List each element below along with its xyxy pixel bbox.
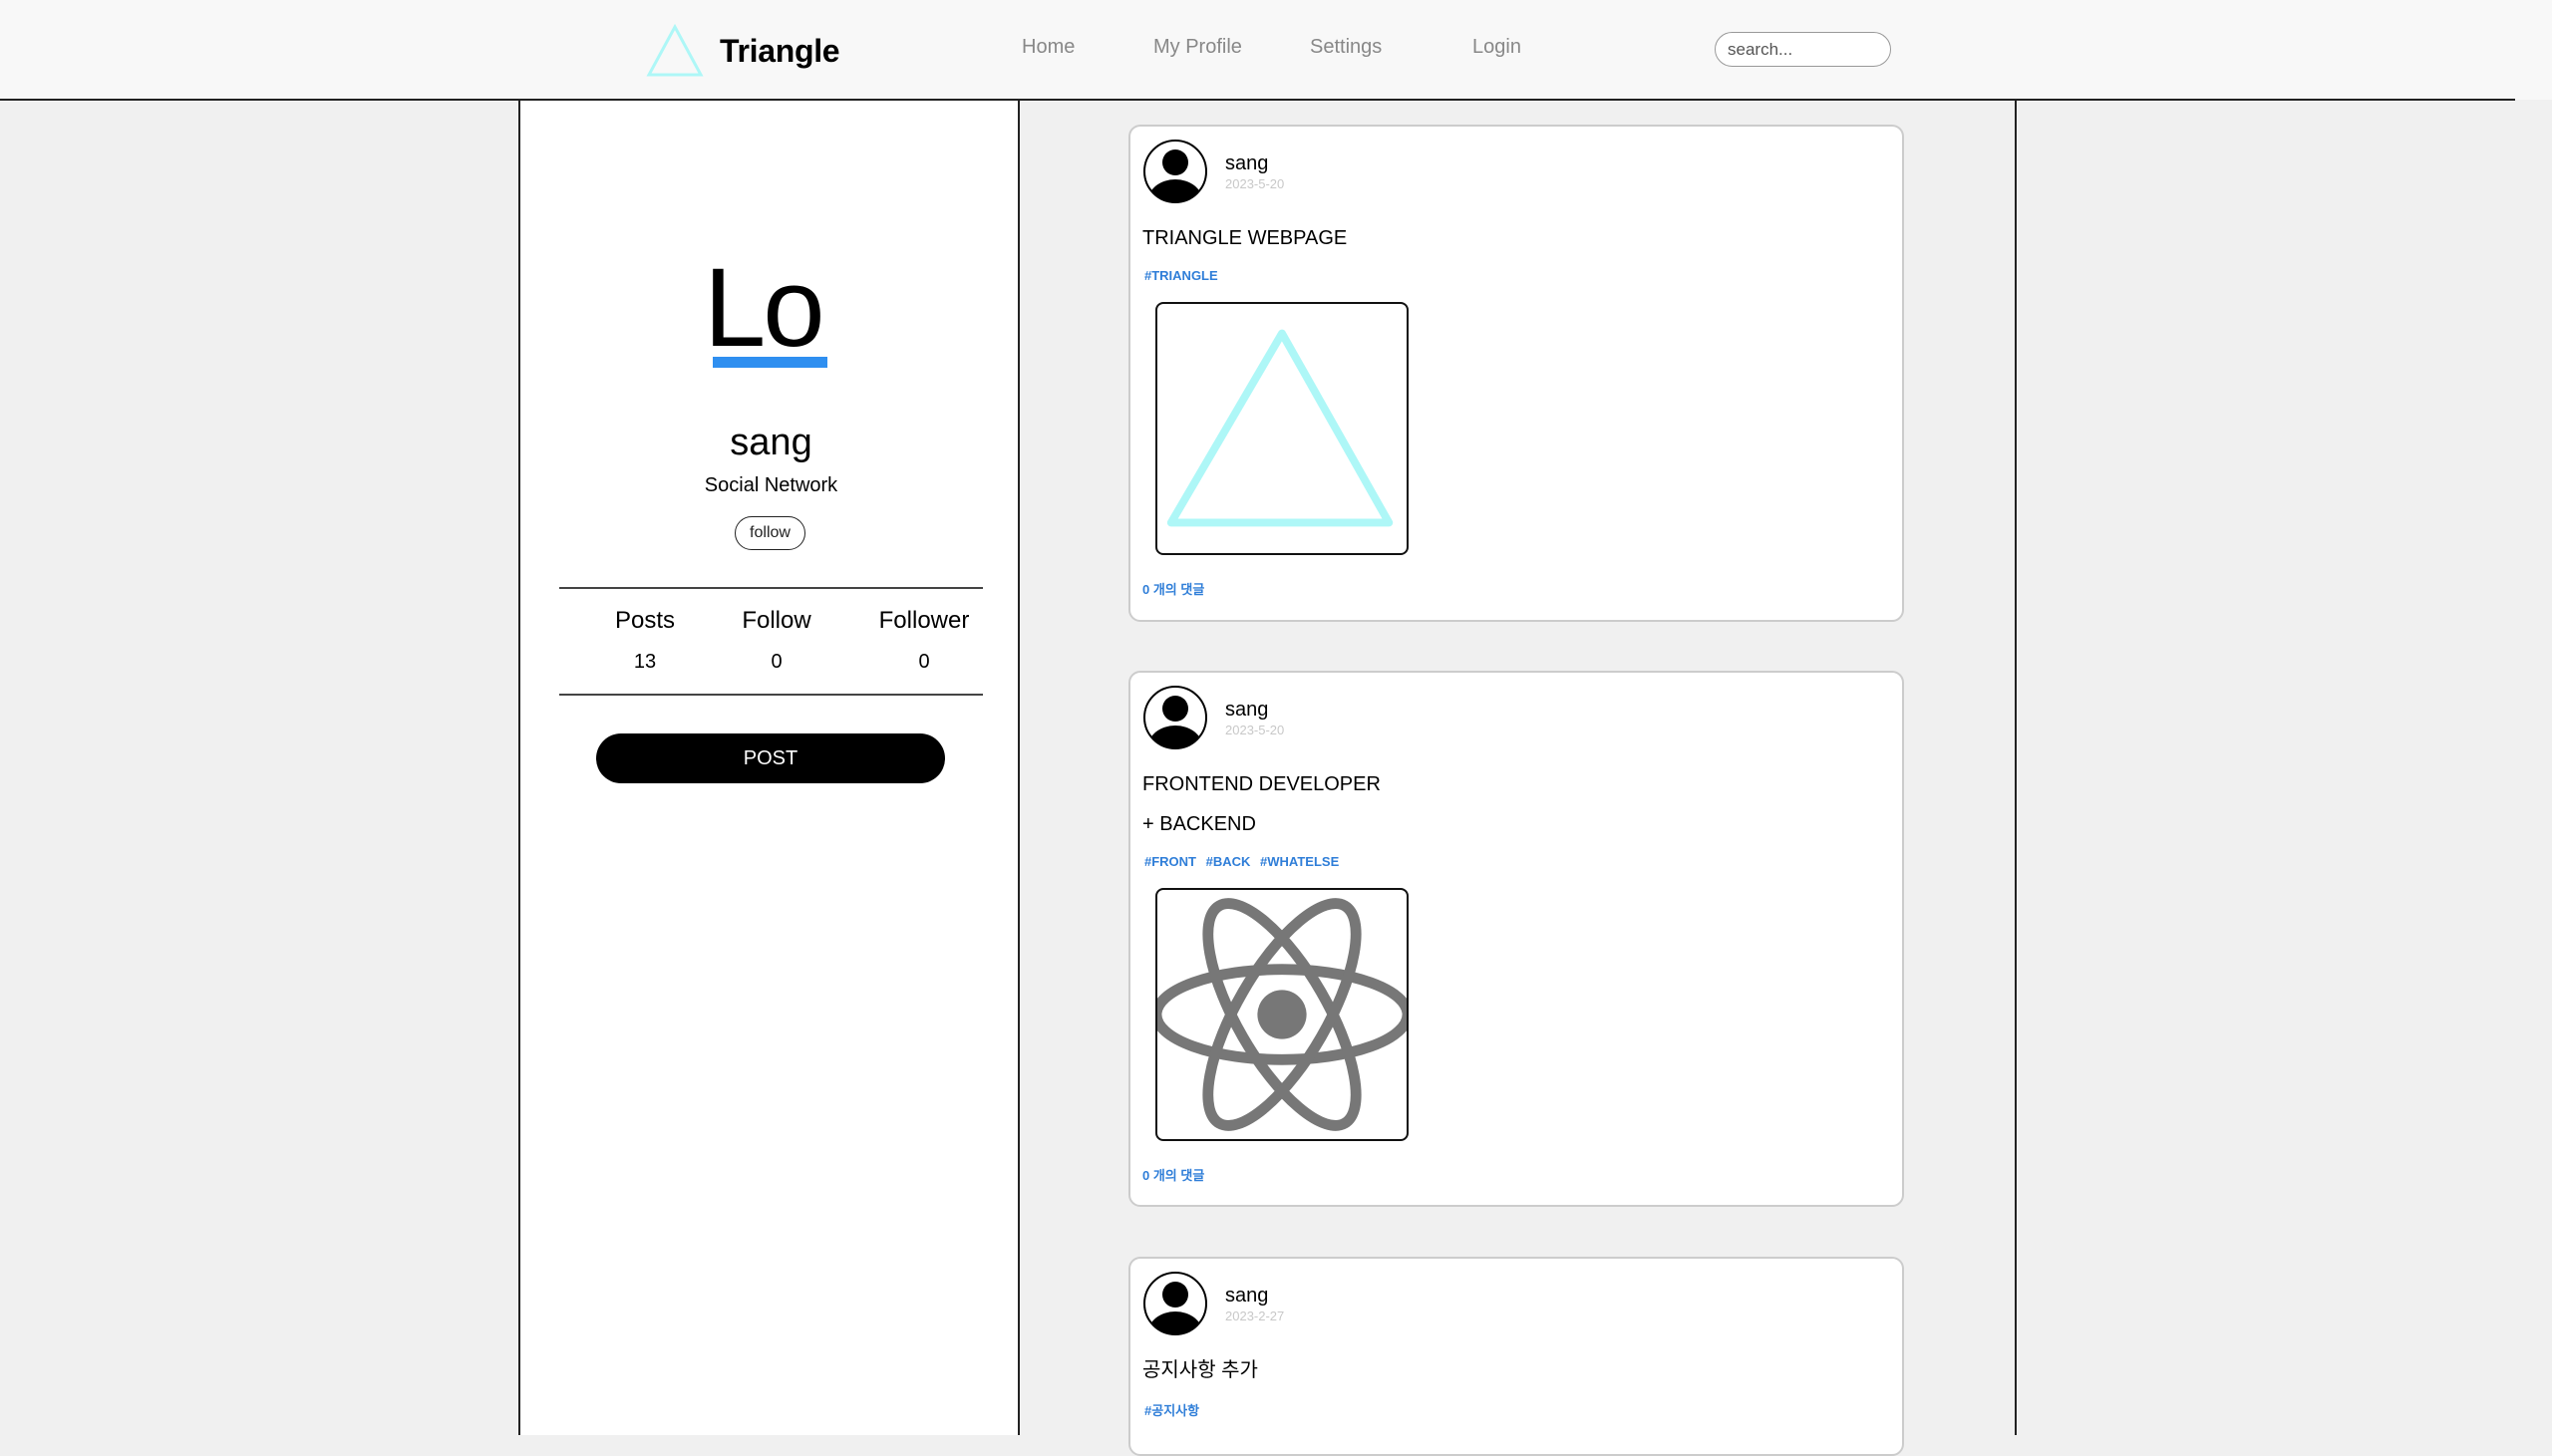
stat-follower-label: Follower <box>878 607 970 634</box>
nav-login[interactable]: Login <box>1472 36 1521 59</box>
post-tag[interactable]: #공지사항 <box>1144 1403 1199 1418</box>
avatar-icon[interactable] <box>1142 1271 1208 1336</box>
comments-link[interactable]: 0 개의 댓글 <box>1142 1165 1204 1184</box>
post-author[interactable]: sang <box>1225 1285 1268 1308</box>
triangle-image-icon <box>1166 329 1394 527</box>
follow-button[interactable]: follow <box>735 516 805 550</box>
avatar-icon[interactable] <box>1142 139 1208 204</box>
post-text-line-2: + BACKEND <box>1142 813 1256 835</box>
profile-logo: Lo <box>704 245 825 370</box>
avatar-icon[interactable] <box>1142 685 1208 750</box>
stat-follow-label: Follow <box>742 607 811 634</box>
search-input[interactable] <box>1715 32 1891 67</box>
profile-tagline: Social Network <box>704 474 838 496</box>
stat-posts-label: Posts <box>614 607 676 634</box>
post-tags: #TRIANGLE <box>1144 268 1224 283</box>
post-tags: #FRONT #BACK #WHATELSE <box>1144 854 1345 869</box>
nav-settings[interactable]: Settings <box>1310 36 1382 59</box>
post-tags: #공지사항 <box>1144 1400 1205 1419</box>
post-author[interactable]: sang <box>1225 152 1268 175</box>
post-tag[interactable]: #BACK <box>1206 854 1251 869</box>
post-card: sang 2023-5-20 FRONTEND DEVELOPER + BACK… <box>1128 671 1904 1207</box>
top-header: Triangle Home My Profile Settings Login <box>0 0 2552 101</box>
post-tag[interactable]: #TRIANGLE <box>1144 268 1218 283</box>
post-author[interactable]: sang <box>1225 699 1268 722</box>
profile-logo-underline <box>713 357 827 368</box>
triangle-logo-icon <box>646 24 704 77</box>
post-date: 2023-5-20 <box>1225 176 1285 191</box>
post-date: 2023-2-27 <box>1225 1309 1285 1323</box>
new-post-button[interactable]: POST <box>596 733 945 783</box>
post-card: sang 2023-2-27 공지사항 추가 #공지사항 <box>1128 1257 1904 1456</box>
profile-name: sang <box>730 422 812 463</box>
brand-name: Triangle <box>720 32 840 69</box>
stat-follower-value: 0 <box>918 651 930 673</box>
post-text-line-1: FRONTEND DEVELOPER <box>1142 773 1381 795</box>
post-tag[interactable]: #WHATELSE <box>1260 854 1339 869</box>
brand[interactable]: Triangle <box>646 24 840 78</box>
react-atom-icon <box>1157 898 1407 1131</box>
stat-follower[interactable]: Follower 0 <box>854 607 994 674</box>
stat-follow[interactable]: Follow 0 <box>707 607 846 674</box>
profile-sidebar: Lo sang Social Network follow Posts 13 F… <box>518 101 1020 1435</box>
post-image[interactable] <box>1155 888 1409 1141</box>
post-date: 2023-5-20 <box>1225 723 1285 737</box>
post-text: 공지사항 추가 <box>1142 1359 1258 1381</box>
post-image[interactable] <box>1155 302 1409 555</box>
post-feed: sang 2023-5-20 TRIANGLE WEBPAGE #TRIANGL… <box>1018 101 2017 1456</box>
stats-bottom-divider <box>559 694 983 696</box>
post-tag[interactable]: #FRONT <box>1144 854 1196 869</box>
comments-link[interactable]: 0 개의 댓글 <box>1142 579 1204 598</box>
stat-follow-value: 0 <box>771 651 783 673</box>
nav-my-profile[interactable]: My Profile <box>1153 36 1242 59</box>
stat-posts[interactable]: Posts 13 <box>575 607 715 674</box>
stat-posts-value: 13 <box>633 651 657 673</box>
post-card: sang 2023-5-20 TRIANGLE WEBPAGE #TRIANGL… <box>1128 125 1904 622</box>
stats-top-divider <box>559 587 983 589</box>
post-text: TRIANGLE WEBPAGE <box>1142 227 1348 249</box>
nav-home[interactable]: Home <box>1022 36 1075 59</box>
